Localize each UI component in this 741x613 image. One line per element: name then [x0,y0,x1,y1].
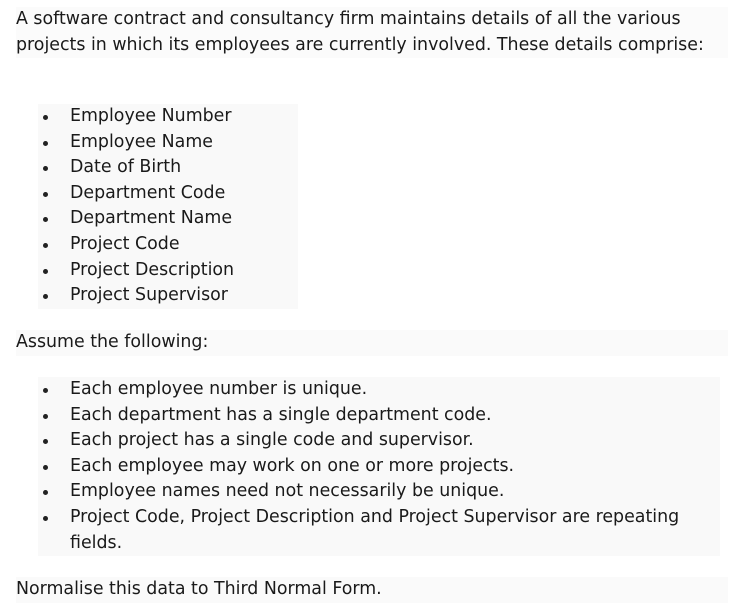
list-item: Employee Name [38,130,298,156]
list-item-text: Each employee number is unique. [70,379,368,399]
list-item-text: Project Code [70,233,180,254]
list-item-text: Each department has a single department … [70,404,492,425]
list-item-text: Employee Number [70,106,232,126]
list-item-text: Project Description [70,259,235,280]
list-item: Each project has a single code and super… [38,428,720,454]
list-item: Project Code, Project Description and Pr… [38,505,720,556]
bullet-icon [43,115,48,120]
bullet-icon [43,388,48,393]
list-item-text: Each employee may work on one or more pr… [70,455,515,476]
assumptions-list: Each employee number is unique. Each dep… [38,377,720,557]
bullet-icon [43,439,48,445]
bullet-icon [43,268,48,274]
list-item-text: Employee names need not necessarily be u… [70,481,505,502]
document: A software contract and consultancy firm… [0,0,741,613]
list-item-text: Department Name [70,208,233,229]
assume-heading: Assume the following: [16,330,728,356]
bullet-icon [43,217,48,223]
list-item: Each employee number is unique. [38,377,720,403]
bullet-icon [43,515,48,521]
list-item-text: Each project has a single code and super… [70,430,474,451]
bullet-icon [43,413,48,419]
list-item-text: Employee Name [70,131,213,152]
bullet-icon [43,166,48,172]
list-item: Department Name [38,206,298,232]
bullet-icon [43,140,48,146]
list-item: Project Description [38,258,298,284]
list-item: Employee names need not necessarily be u… [38,479,720,505]
list-item: Employee Number [38,104,298,130]
list-item-text: Date of Birth [70,157,182,178]
list-item: Date of Birth [38,155,298,181]
bullet-icon [43,191,48,197]
list-item-text: Department Code [70,182,226,203]
fields-list: Employee Number Employee Name Date of Bi… [38,104,298,309]
list-item: Each department has a single department … [38,403,720,429]
bullet-icon [43,294,48,300]
bullet-icon [43,464,48,470]
list-item-text: Project Code, Project Description and Pr… [70,506,680,553]
list-item: Project Supervisor [38,283,298,309]
bullet-icon [43,242,48,248]
list-item-text: Project Supervisor [70,285,228,306]
final-instruction: Normalise this data to Third Normal Form… [16,577,728,603]
intro-paragraph: A software contract and consultancy firm… [16,7,728,59]
list-item: Department Code [38,181,298,207]
list-item: Project Code [38,232,298,258]
list-item: Each employee may work on one or more pr… [38,454,720,480]
bullet-icon [43,490,48,496]
